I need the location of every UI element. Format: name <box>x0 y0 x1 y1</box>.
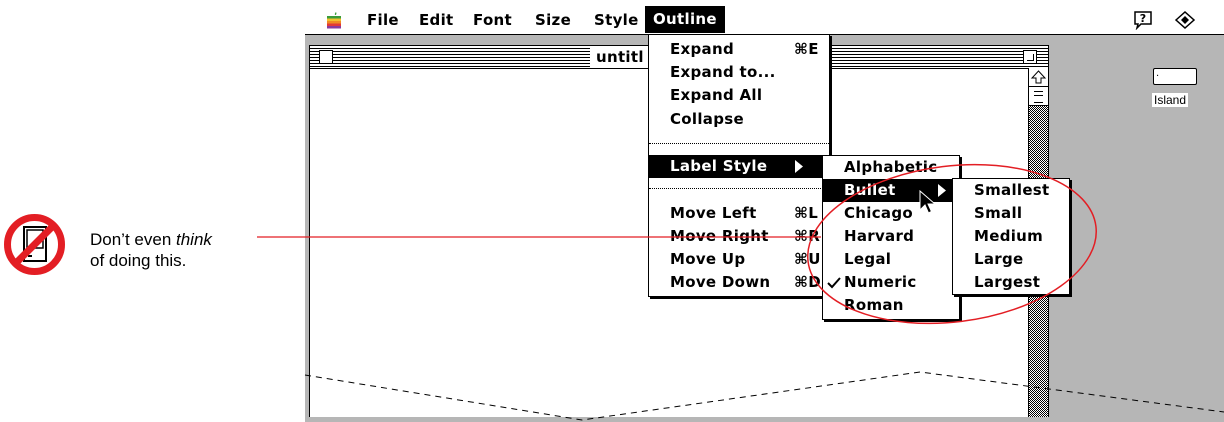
bullet-menu: Smallest Small Medium Large Largest <box>952 178 1070 295</box>
up-arrow-icon <box>1030 70 1047 84</box>
shortcut-move-left: ⌘L <box>794 204 819 222</box>
disk-label[interactable]: Island <box>1152 93 1189 107</box>
menu-item-legal[interactable]: Legal <box>823 248 959 271</box>
help-balloon-icon[interactable]: ? <box>1133 10 1153 30</box>
close-box[interactable] <box>319 50 333 64</box>
submenu-arrow-icon <box>938 184 946 197</box>
menu-item-small[interactable]: Small <box>953 202 1069 225</box>
checkmark-icon <box>827 277 841 289</box>
scroll-thumb[interactable] <box>1029 87 1048 106</box>
menu-size[interactable]: Size <box>535 10 571 30</box>
menu-separator <box>649 188 829 189</box>
menu-item-largest[interactable]: Largest <box>953 271 1069 294</box>
menubar: File Edit Font Size Style Outline ? <box>305 6 1224 35</box>
shortcut-move-right: ⌘R <box>794 227 821 245</box>
menu-edit[interactable]: Edit <box>419 10 454 30</box>
shortcut-expand: ⌘E <box>794 40 819 58</box>
menu-separator <box>649 143 829 144</box>
menu-outline[interactable]: Outline <box>645 6 725 33</box>
menu-item-large[interactable]: Large <box>953 248 1069 271</box>
menu-item-collapse[interactable]: Collapse <box>649 108 829 131</box>
disk-icon[interactable]: . <box>1153 68 1197 85</box>
annotation-caption: Don’t even think of doing this. <box>90 230 212 270</box>
shortcut-move-down: ⌘D <box>794 273 821 291</box>
menu-item-harvard[interactable]: Harvard <box>823 225 959 248</box>
menu-item-smallest[interactable]: Smallest <box>953 179 1069 202</box>
outline-menu: Expand ⌘E Expand to... Expand All Collap… <box>648 34 830 297</box>
menu-item-alphabetic[interactable]: Alphabetic <box>823 156 959 179</box>
apple-icon[interactable] <box>326 11 342 29</box>
menu-style[interactable]: Style <box>594 10 639 30</box>
menu-item-roman[interactable]: Roman <box>823 294 959 317</box>
menu-file[interactable]: File <box>367 10 399 30</box>
window-title: untitl <box>590 47 650 67</box>
menu-item-label-style[interactable]: Label Style <box>649 155 829 178</box>
menu-item-bullet[interactable]: Bullet <box>823 179 959 202</box>
menu-item-expand-all[interactable]: Expand All <box>649 84 829 107</box>
application-icon[interactable] <box>1174 10 1196 30</box>
no-hierarchical-menus-icon <box>4 214 65 275</box>
menu-font[interactable]: Font <box>473 10 512 30</box>
zoom-box[interactable] <box>1023 50 1037 64</box>
menu-item-medium[interactable]: Medium <box>953 225 1069 248</box>
pointer-cursor-icon <box>919 190 937 214</box>
menu-item-numeric[interactable]: Numeric <box>823 271 959 294</box>
label-style-menu: Alphabetic Bullet Chicago Harvard Legal … <box>822 155 960 320</box>
menu-item-chicago[interactable]: Chicago <box>823 202 959 225</box>
scroll-up-arrow[interactable] <box>1029 68 1048 87</box>
shortcut-move-up: ⌘U <box>794 250 821 268</box>
menu-item-expand-to[interactable]: Expand to... <box>649 61 829 84</box>
svg-text:?: ? <box>1140 12 1146 25</box>
submenu-arrow-icon <box>795 160 803 173</box>
